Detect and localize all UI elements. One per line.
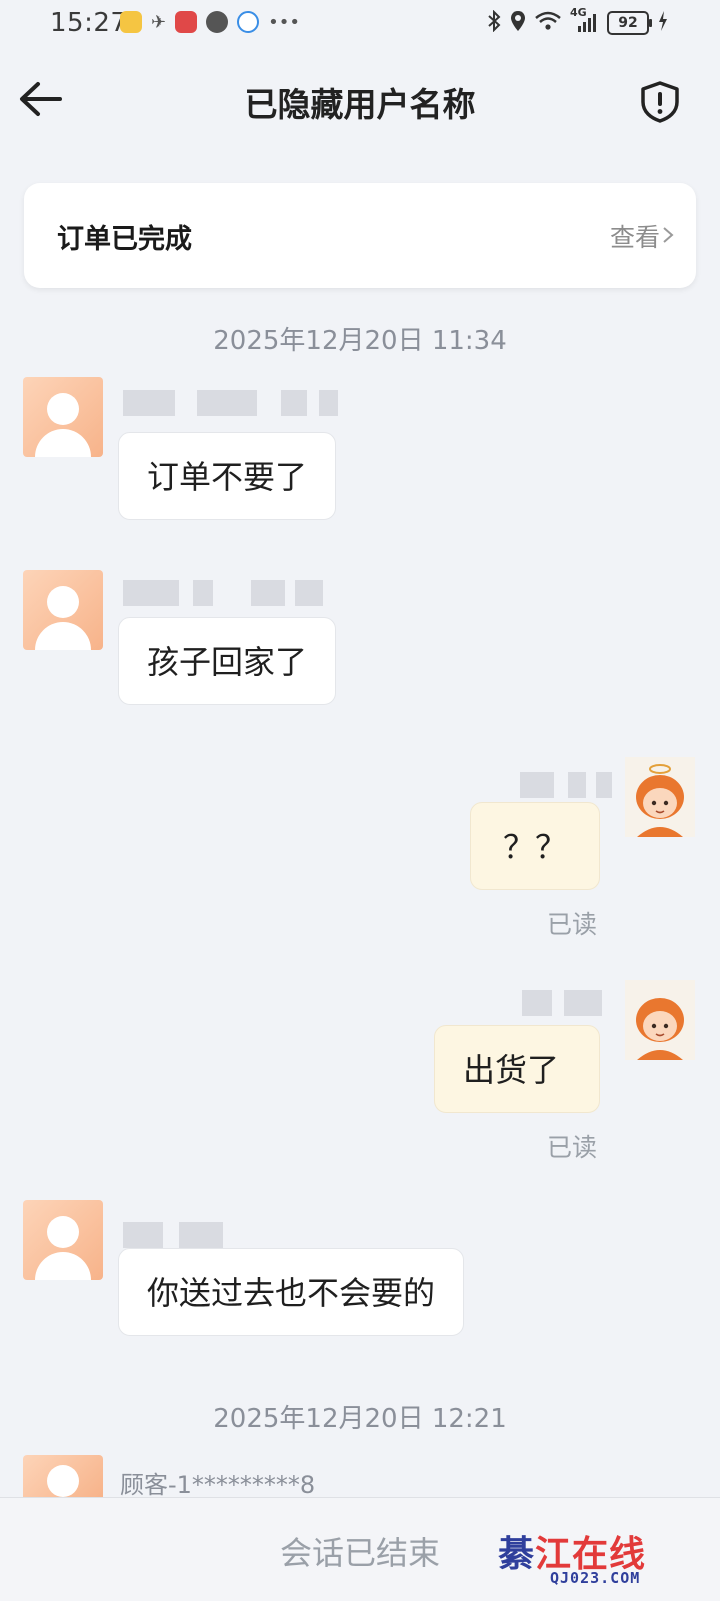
charging-icon <box>658 11 668 35</box>
read-status: 已读 <box>547 910 598 939</box>
site-watermark-logo: 綦江在线 QJ023.COM <box>498 1525 698 1595</box>
status-bar: 15:27 ✈ ••• 4G 92 <box>0 0 720 46</box>
cellular-icon: 4G <box>570 6 598 34</box>
sender-name: 顾客-1*********8 <box>120 1471 316 1499</box>
shield-alert-icon <box>641 81 679 123</box>
message-bubble[interactable]: 你送过去也不会要的 <box>118 1248 465 1336</box>
wifi-icon <box>535 11 561 35</box>
battery-icon: 92 <box>607 11 652 35</box>
sender-name-blurred <box>123 1222 223 1248</box>
status-time: 15:27 <box>50 8 128 38</box>
bluetooth-icon <box>487 9 501 36</box>
merchant-avatar[interactable] <box>625 980 695 1060</box>
location-icon <box>510 10 526 36</box>
weibo-icon <box>120 11 142 33</box>
watermark-first-char: 綦 <box>498 1534 536 1575</box>
chat-header: 已隐藏用户名称 <box>0 60 720 140</box>
customer-avatar[interactable] <box>23 1200 103 1280</box>
sender-name-blurred <box>520 772 612 798</box>
customer-avatar[interactable] <box>23 1455 103 1497</box>
message-bubble[interactable]: 出货了 <box>434 1025 600 1113</box>
status-indicators: 4G 92 <box>487 6 668 36</box>
page-title: 已隐藏用户名称 <box>244 85 476 124</box>
message-bubble[interactable]: 孩子回家了 <box>118 617 337 705</box>
message-bubble[interactable]: ？？ <box>470 802 600 890</box>
order-status-label: 订单已完成 <box>57 224 192 255</box>
shop-app-icon <box>175 11 198 33</box>
notification-icons: ✈ ••• <box>120 11 300 33</box>
sender-name-blurred <box>522 990 602 1016</box>
message-bubble[interactable]: 订单不要了 <box>118 432 337 520</box>
read-status: 已读 <box>547 1133 598 1162</box>
plane-icon: ✈ <box>151 11 167 33</box>
chevron-right-icon <box>663 227 674 243</box>
merchant-avatar[interactable] <box>625 757 695 837</box>
more-notifications-icon: ••• <box>268 11 300 33</box>
shield-button[interactable] <box>638 80 682 124</box>
customer-avatar[interactable] <box>23 377 103 457</box>
chat-timestamp: 2025年12月20日 12:21 <box>213 1404 507 1434</box>
view-order-link[interactable]: 查看 <box>610 218 660 254</box>
customer-avatar[interactable] <box>23 570 103 650</box>
chat-timestamp: 2025年12月20日 11:34 <box>213 326 507 356</box>
sender-name-blurred <box>123 390 338 416</box>
message-icon <box>206 11 229 33</box>
watermark-url: QJ023.COM <box>550 1569 641 1587</box>
camera-app-icon <box>237 11 260 33</box>
order-status-card[interactable]: 订单已完成 查看 <box>24 183 696 288</box>
sender-name-blurred <box>123 580 323 606</box>
